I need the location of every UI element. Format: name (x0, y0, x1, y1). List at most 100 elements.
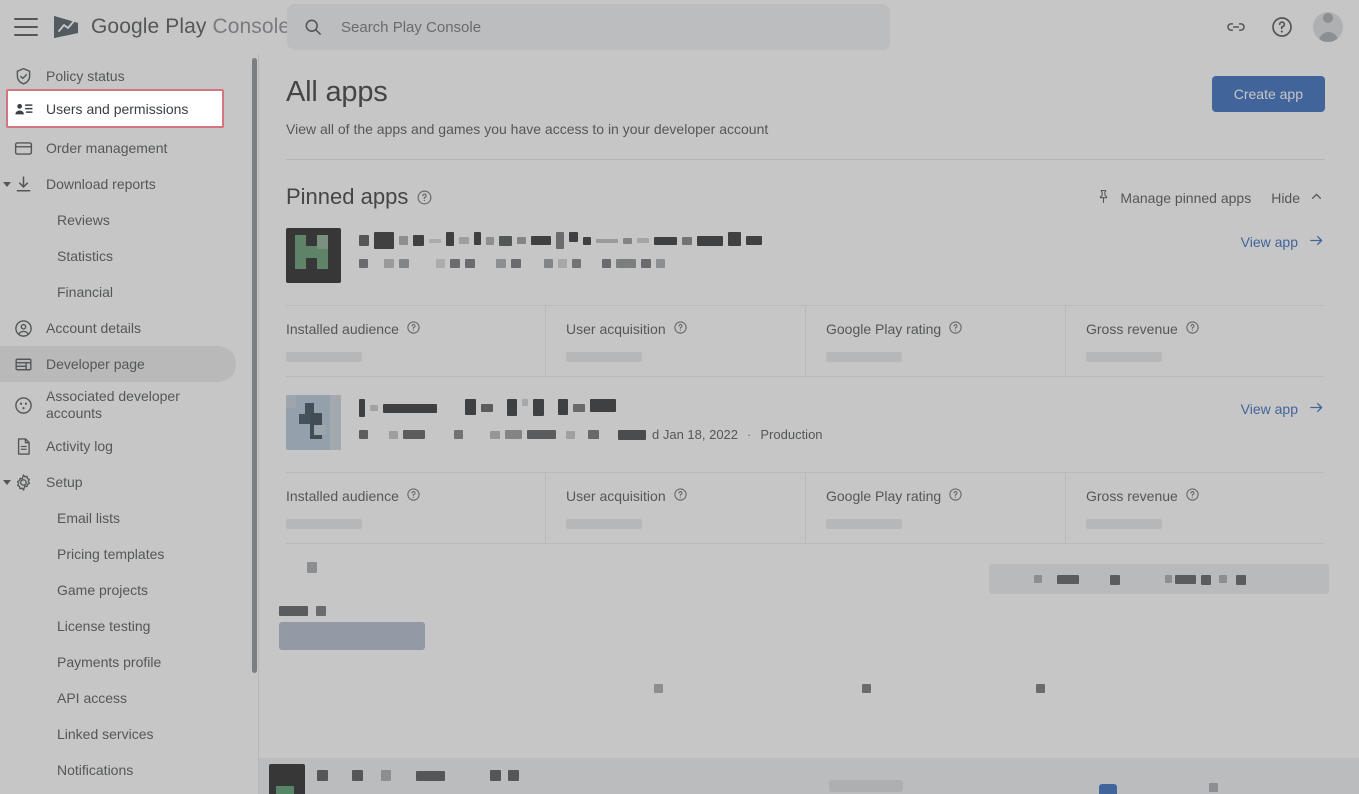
redacted-block (1219, 575, 1227, 583)
search-input[interactable] (341, 18, 874, 36)
document-icon (12, 435, 34, 457)
redacted-block (317, 770, 328, 781)
app-subtitle-line: d Jan 18, 2022 · Production (359, 427, 1325, 442)
metric-label: Gross revenue (1086, 320, 1325, 338)
redacted-block (316, 606, 326, 616)
metric-value-skeleton (826, 352, 902, 362)
redacted-block (508, 770, 519, 781)
sidebar-item-setup[interactable]: Setup (0, 464, 236, 500)
sidebar-item-label: Reviews (57, 211, 110, 228)
redacted-block (490, 770, 501, 781)
app-row: View app (286, 210, 1325, 283)
highlight-item-label: Users and permissions (46, 101, 189, 117)
sidebar-item-api-access[interactable]: API access (0, 680, 236, 716)
sidebar-item-account-details[interactable]: Account details (0, 310, 236, 346)
sidebar-item-financial[interactable]: Financial (0, 274, 236, 310)
arrow-right-icon (1308, 399, 1325, 419)
app-name-redacted (359, 232, 1325, 249)
sidebar-item-notifications[interactable]: Notifications (0, 752, 236, 788)
brand-logo[interactable]: Google Play Console (52, 14, 290, 40)
sidebar-divider (258, 54, 259, 794)
help-circle-icon[interactable] (673, 320, 688, 338)
sidebar-item-reviews[interactable]: Reviews (0, 202, 236, 238)
search-bar[interactable] (287, 4, 890, 50)
help-circle-icon[interactable] (1185, 487, 1200, 505)
sidebar-item-label: Email lists (57, 509, 121, 526)
app-metrics-2: Installed audience User acquisition Goog… (286, 472, 1325, 543)
google-play-logo-icon (54, 16, 78, 38)
metric-installed-audience: Installed audience (286, 306, 546, 376)
sidebar-item-download-reports[interactable]: Download reports (0, 166, 236, 202)
pinned-apps-title: Pinned apps (286, 184, 409, 209)
all-apps-section-redacted (259, 544, 1359, 794)
metric-text: User acquisition (566, 321, 666, 337)
main-content: All apps View all of the apps and games … (259, 54, 1359, 794)
sidebar-item-label: Associated developer accounts (46, 388, 180, 421)
help-circle-icon[interactable] (948, 320, 963, 338)
top-app-bar: Google Play Console (0, 0, 1359, 54)
chevron-down-icon[interactable] (1, 178, 13, 190)
view-app-link-2[interactable]: View app (1241, 399, 1325, 419)
redacted-block (1110, 575, 1120, 585)
sidebar-scrollbar-thumb[interactable] (252, 58, 257, 673)
sidebar-item-linked-services[interactable]: Linked services (0, 716, 236, 752)
help-circle-icon[interactable] (406, 487, 421, 505)
help-circle-icon[interactable] (416, 189, 433, 206)
sidebar-item-email-lists[interactable]: Email lists (0, 500, 236, 536)
metric-label: Installed audience (286, 320, 545, 338)
sidebar-item-license-testing[interactable]: License testing (0, 608, 236, 644)
sidebar-item-developer-page[interactable]: Developer page (0, 346, 236, 382)
sidebar-item-statistics[interactable]: Statistics (0, 238, 236, 274)
redacted-block (829, 780, 903, 792)
pin-icon (1095, 188, 1112, 208)
sidebar-item-label: Setup (46, 473, 83, 490)
redacted-block (1099, 784, 1117, 794)
sidebar-item-label: API access (57, 689, 128, 706)
sidebar-item-activity-log[interactable]: Activity log (0, 428, 236, 464)
help-circle-icon[interactable] (673, 487, 688, 505)
sidebar-nav: Policy status Users and permissions Orde… (0, 54, 258, 794)
hamburger-menu-icon[interactable] (14, 18, 38, 36)
sidebar-item-pricing-templates[interactable]: Pricing templates (0, 536, 236, 572)
view-app-link-1[interactable]: View app (1241, 232, 1325, 252)
chevron-up-icon (1308, 188, 1325, 208)
sidebar-item-policy-status[interactable]: Policy status (0, 58, 236, 94)
hide-pinned-apps-button[interactable]: Hide (1271, 188, 1325, 208)
redacted-block (307, 562, 317, 573)
app-icon-glyph (286, 228, 341, 283)
sidebar-item-label: Notifications (57, 761, 134, 778)
pinned-app-card-2: d Jan 18, 2022 · Production View app Ins… (259, 377, 1359, 543)
account-circle-icon (12, 317, 34, 339)
app-icon-redacted (286, 228, 341, 283)
help-circle-icon[interactable] (406, 320, 421, 338)
download-icon (12, 173, 34, 195)
sidebar-item-associated-developer-accounts[interactable]: Associated developer accounts (0, 382, 236, 428)
help-icon[interactable] (1267, 12, 1297, 42)
chevron-down-icon[interactable] (1, 476, 13, 488)
create-app-button[interactable]: Create app (1211, 76, 1325, 112)
metric-text: Google Play rating (826, 488, 942, 504)
app-meta: d Jan 18, 2022 · Production (341, 395, 1325, 442)
highlight-item-content[interactable]: Users and permissions (12, 95, 188, 123)
app-meta (341, 228, 1325, 268)
app-metrics-1: Installed audience User acquisition Goog… (286, 305, 1325, 376)
metric-value-skeleton (566, 519, 642, 529)
sidebar-item-list: Policy status Users and permissions Orde… (0, 54, 258, 788)
link-icon[interactable] (1221, 12, 1251, 42)
sidebar-item-order-management[interactable]: Order management (0, 130, 236, 166)
separator-dot: · (747, 427, 752, 442)
redacted-block (1036, 684, 1045, 693)
app-icon-redacted (286, 395, 341, 450)
sidebar-item-game-projects[interactable]: Game projects (0, 572, 236, 608)
help-circle-icon[interactable] (1185, 320, 1200, 338)
help-circle-icon[interactable] (948, 487, 963, 505)
redacted-block (1165, 575, 1172, 583)
avatar-shape (1313, 12, 1343, 42)
arrow-right-icon (1308, 232, 1325, 252)
sidebar-item-payments-profile[interactable]: Payments profile (0, 644, 236, 680)
manage-pinned-apps-button[interactable]: Manage pinned apps (1095, 188, 1251, 208)
metric-value-skeleton (286, 519, 362, 529)
account-avatar[interactable] (1313, 12, 1343, 42)
metric-text: User acquisition (566, 488, 666, 504)
redacted-block (416, 771, 445, 781)
